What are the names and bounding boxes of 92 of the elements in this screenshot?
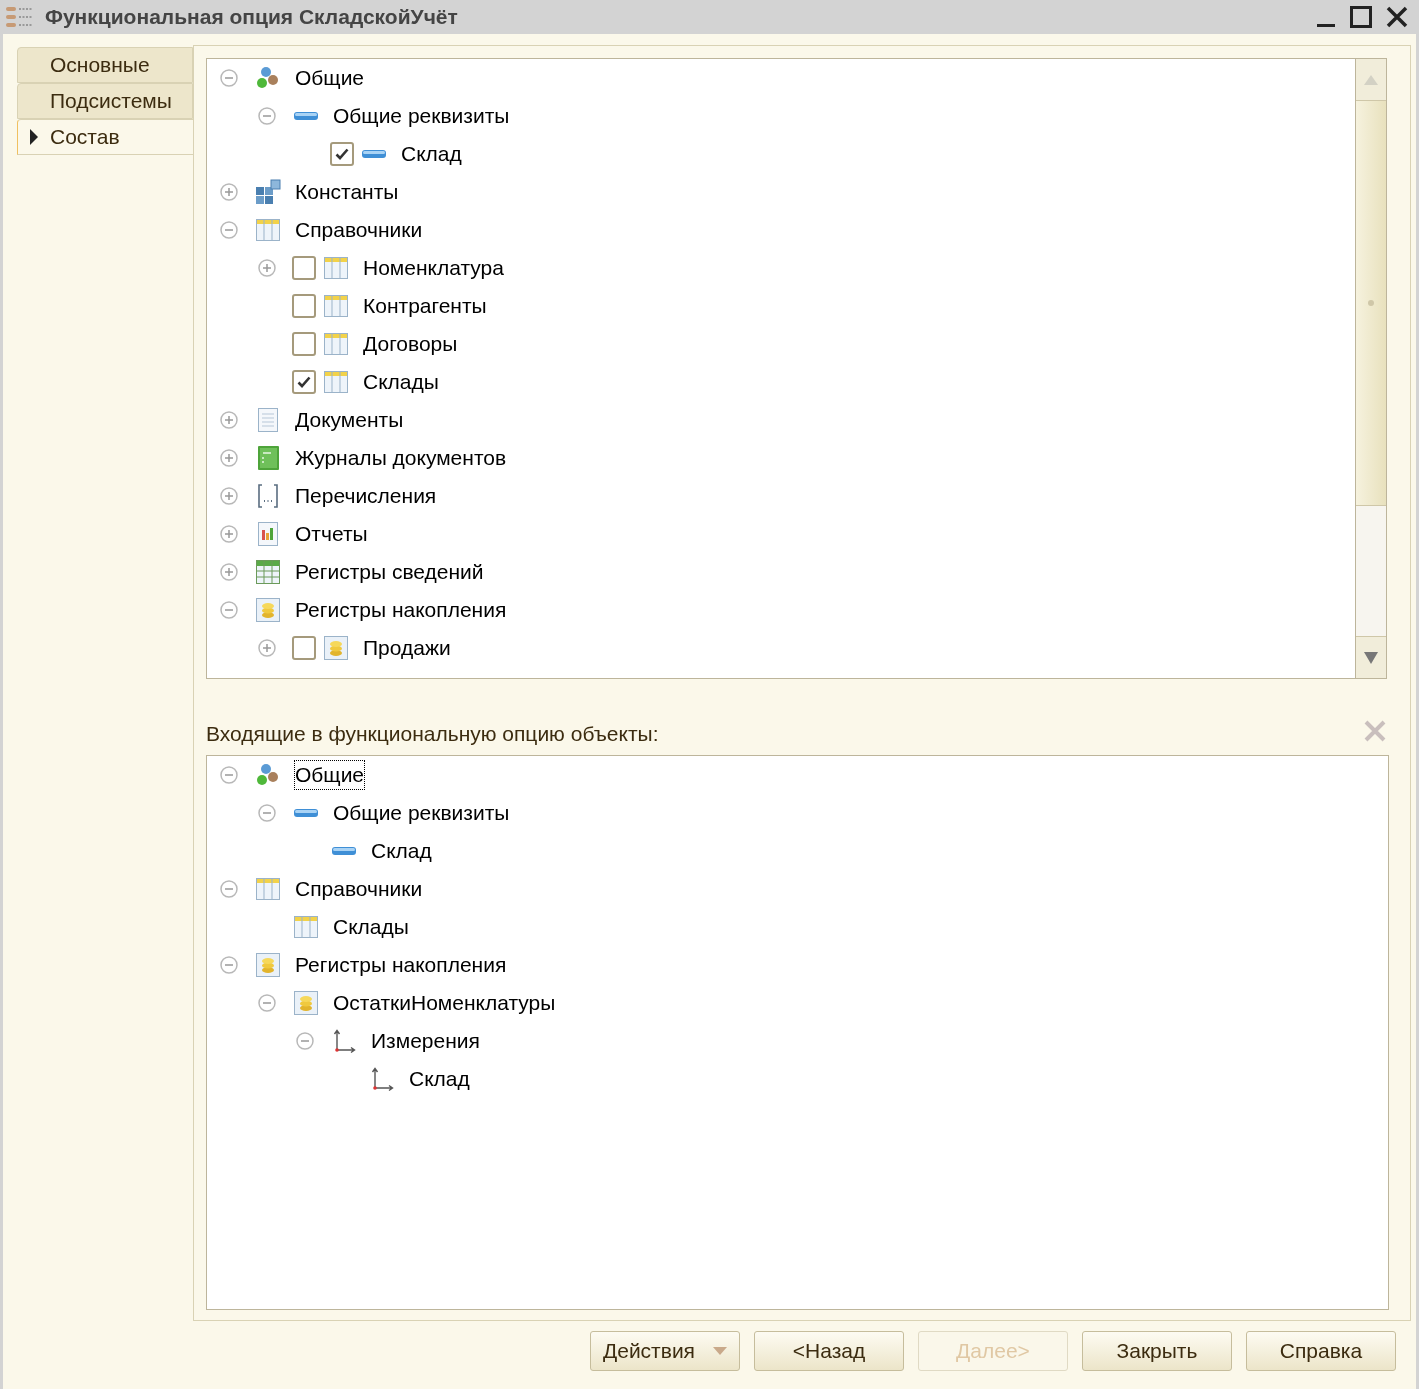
expand-icon[interactable] xyxy=(258,639,276,657)
tree-item-label[interactable]: Отчеты xyxy=(294,519,369,549)
scrollbar[interactable] xyxy=(1355,59,1386,678)
close-icon[interactable] xyxy=(1386,6,1408,28)
collapse-icon[interactable] xyxy=(296,1032,314,1050)
triangle-icon xyxy=(29,128,39,146)
table-icon xyxy=(323,293,349,319)
caret-icon xyxy=(713,1347,727,1355)
tree-item-label[interactable]: Константы xyxy=(294,177,400,207)
tab[interactable]: Основные xyxy=(17,47,193,83)
coins-icon xyxy=(255,952,281,978)
expand-icon[interactable] xyxy=(220,563,238,581)
up-arrow-icon[interactable] xyxy=(1364,74,1378,85)
table-icon xyxy=(323,331,349,357)
button[interactable]: Справка xyxy=(1246,1331,1396,1371)
collapse-icon[interactable] xyxy=(258,994,276,1012)
checkbox[interactable] xyxy=(330,142,354,166)
tree-item-label[interactable]: Измерения xyxy=(370,1026,481,1056)
tab[interactable]: Подсистемы xyxy=(17,83,193,119)
window-title: Функциональная опция СкладскойУчёт xyxy=(45,4,458,31)
tree-item-label[interactable]: Документы xyxy=(294,405,405,435)
braces-icon xyxy=(255,483,281,509)
tree-item-label[interactable]: Общие xyxy=(294,63,366,93)
section-label: Входящие в функциональную опцию объекты: xyxy=(206,720,659,747)
expand-icon[interactable] xyxy=(220,449,238,467)
tree-item-label[interactable]: Регистры накопления xyxy=(294,595,508,625)
blocks-icon xyxy=(255,179,281,205)
menu-button[interactable]: Действия xyxy=(590,1331,740,1371)
expand-icon[interactable] xyxy=(258,259,276,277)
tree-item-label[interactable]: Общие реквизиты xyxy=(332,101,511,131)
tree-item-label[interactable]: Справочники xyxy=(294,874,424,904)
tree-item-label[interactable]: Контрагенты xyxy=(362,291,488,321)
tree-item-label[interactable]: Склады xyxy=(332,912,410,942)
expand-icon[interactable] xyxy=(220,487,238,505)
clear-icon[interactable] xyxy=(1363,719,1387,743)
tree-item-label[interactable]: Номенклатура xyxy=(362,253,505,283)
expand-icon[interactable] xyxy=(220,525,238,543)
tab[interactable]: Состав xyxy=(17,119,193,155)
tree-item-label[interactable]: Общие реквизиты xyxy=(332,798,511,828)
tree-item-label[interactable]: Продажи xyxy=(362,633,452,663)
checkbox[interactable] xyxy=(292,256,316,280)
document-icon xyxy=(255,407,281,433)
checkbox[interactable] xyxy=(292,294,316,318)
collapse-icon[interactable] xyxy=(220,221,238,239)
checkbox[interactable] xyxy=(292,370,316,394)
coins-icon xyxy=(293,990,319,1016)
tree-item-label[interactable]: ОстаткиНоменклатуры xyxy=(332,988,557,1018)
coins-icon xyxy=(255,597,281,623)
axes-icon xyxy=(369,1066,395,1092)
tree-item-label[interactable]: Склады xyxy=(362,367,440,397)
tree-item-label[interactable]: Общие xyxy=(294,760,366,790)
table-icon xyxy=(255,217,281,243)
colored-circles-icon xyxy=(255,65,281,91)
button[interactable]: <Назад xyxy=(754,1331,904,1371)
grip-icon xyxy=(1368,300,1374,306)
collapse-icon[interactable] xyxy=(220,956,238,974)
collapse-icon[interactable] xyxy=(220,766,238,784)
tree-item-label[interactable]: Регистры накопления xyxy=(294,950,508,980)
axes-icon xyxy=(331,1028,357,1054)
checkmark-icon xyxy=(296,374,312,390)
collapse-icon[interactable] xyxy=(220,69,238,87)
grid-icon xyxy=(255,559,281,585)
maximize-icon[interactable] xyxy=(1350,6,1372,28)
collapse-icon[interactable] xyxy=(220,601,238,619)
down-arrow-icon[interactable] xyxy=(1364,651,1378,664)
report-chart-icon xyxy=(255,521,281,547)
colored-circles-icon xyxy=(255,762,281,788)
button[interactable]: Закрыть xyxy=(1082,1331,1232,1371)
tree-item-label[interactable]: Перечисления xyxy=(294,481,438,511)
collapse-icon[interactable] xyxy=(258,107,276,125)
checkbox[interactable] xyxy=(292,636,316,660)
table-icon xyxy=(323,255,349,281)
table-icon xyxy=(323,369,349,395)
collapse-icon[interactable] xyxy=(220,880,238,898)
expand-icon[interactable] xyxy=(220,411,238,429)
checkmark-icon xyxy=(334,146,350,162)
coins-icon xyxy=(323,635,349,661)
tree-item-label[interactable]: Справочники xyxy=(294,215,424,245)
table-icon xyxy=(293,914,319,940)
list-icon xyxy=(5,4,35,30)
tree-item-label[interactable]: Журналы документов xyxy=(294,443,508,473)
table-icon xyxy=(255,876,281,902)
expand-icon[interactable] xyxy=(220,183,238,201)
tree-item-label[interactable]: Склад xyxy=(400,139,463,169)
checkbox[interactable] xyxy=(292,332,316,356)
tree-item-label[interactable]: Склад xyxy=(370,836,433,866)
tree-item-label[interactable]: Склад xyxy=(408,1064,471,1094)
tree-item-label[interactable]: Регистры сведений xyxy=(294,557,485,587)
tree-item-label[interactable]: Договоры xyxy=(362,329,459,359)
collapse-icon[interactable] xyxy=(258,804,276,822)
journal-book-icon xyxy=(255,445,281,471)
scrollbar-thumb[interactable] xyxy=(1356,101,1386,506)
